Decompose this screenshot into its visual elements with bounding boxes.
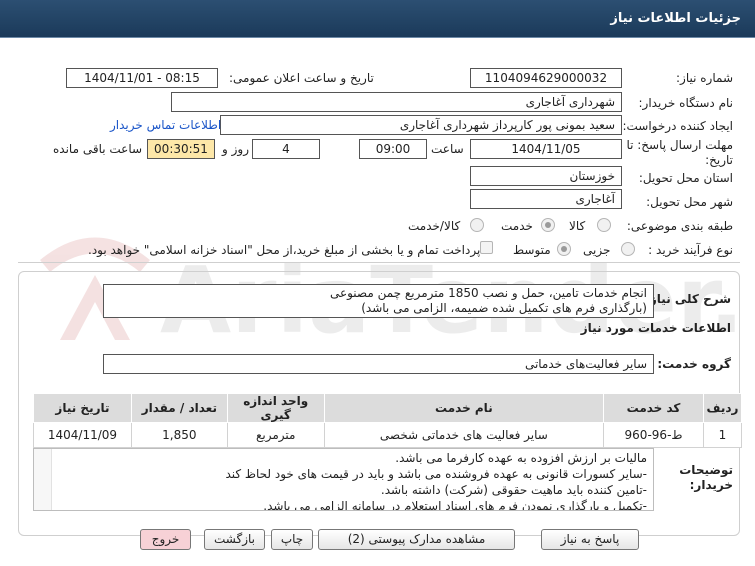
city-label: شهر محل تحویل:	[646, 195, 733, 209]
service-group-field[interactable]: سایر فعالیت‌های خدماتی	[103, 354, 654, 374]
col-quantity: تعداد / مقدار	[130, 393, 228, 423]
category-option-service-label: خدمت	[501, 219, 533, 233]
window-header: جزئیات اطلاعات نیاز	[0, 0, 755, 38]
buyer-note-line: -تکمیل و بارگذاری نمودن فرم های اسناد اس…	[263, 499, 647, 511]
buyer-notes-textarea[interactable]: مالیات بر ارزش افزوده به عهده کارفرما می…	[33, 448, 654, 511]
window-title: جزئیات اطلاعات نیاز	[610, 11, 741, 26]
reply-button[interactable]: پاسخ به نیاز	[541, 529, 639, 550]
view-attachments-button[interactable]: مشاهده مدارک پیوستی (2)	[318, 529, 515, 550]
deadline-days-field[interactable]: 4	[252, 139, 320, 159]
province-label: استان محل تحویل:	[638, 171, 733, 185]
category-option-goods-label: کالا	[569, 219, 586, 233]
services-table: تاریخ نیاز تعداد / مقدار واحد اندازه گیر…	[33, 393, 743, 448]
buyer-org-field[interactable]: شهرداری آغاجاری	[171, 92, 622, 112]
col-service-name: نام خدمت	[323, 393, 605, 423]
notes-scrollbar[interactable]	[34, 449, 52, 510]
category-option-both-label: کالا/خدمت	[408, 219, 461, 233]
cell-service-code: ط-96-960	[603, 422, 704, 448]
announce-datetime-field[interactable]: 1404/11/01 - 08:15	[66, 68, 218, 88]
buyer-note-line: -تامین کننده باید ماهیت حقوقی (شرکت) داش…	[380, 483, 647, 497]
purchase-option-medium-label: متوسط	[513, 243, 551, 257]
cell-need-date: 1404/11/09	[33, 422, 132, 448]
service-group-label: گروه خدمت:	[657, 357, 731, 371]
description-label: شرح کلی نیاز:	[645, 292, 731, 306]
requester-field[interactable]: سعید بمونی پور کارپرداز شهرداری آغاجاری	[220, 115, 622, 135]
cell-unit: مترمربع	[226, 422, 325, 448]
category-option-goods-radio[interactable]	[597, 218, 611, 232]
cell-row-number: 1	[702, 422, 743, 448]
exit-button[interactable]: خروج	[140, 529, 191, 550]
category-option-service-radio[interactable]	[541, 218, 555, 232]
province-field[interactable]: خوزستان	[470, 166, 622, 186]
table-header-row: تاریخ نیاز تعداد / مقدار واحد اندازه گیر…	[33, 393, 743, 423]
services-section-title: اطلاعات خدمات مورد نیاز	[580, 321, 731, 335]
purchase-option-minor-label: جزیی	[583, 243, 611, 257]
cell-quantity: 1,850	[130, 422, 228, 448]
purchase-option-minor-radio[interactable]	[621, 242, 635, 256]
deadline-days-label: روز و	[222, 142, 249, 156]
deadline-label-line2: تاریخ:	[705, 153, 733, 167]
back-button[interactable]: بازگشت	[204, 529, 265, 550]
treasury-payment-note: پرداخت تمام و یا بخشی از مبلغ خرید،از مح…	[88, 243, 481, 257]
purchase-option-medium-radio[interactable]	[557, 242, 571, 256]
cell-service-name: سایر فعالیت های خدماتی شخصی	[323, 422, 605, 448]
col-service-code: کد خدمت	[603, 393, 704, 423]
col-row-number: ردیف	[702, 393, 743, 423]
deadline-time-label: ساعت	[431, 142, 464, 156]
buyer-notes-label-line2: خریدار:	[689, 478, 733, 492]
announce-datetime-label: تاریخ و ساعت اعلان عمومی:	[229, 71, 374, 85]
print-button[interactable]: چاپ	[271, 529, 313, 550]
buyer-org-label: نام دستگاه خریدار:	[638, 96, 734, 110]
buyer-notes-label-line1: توضیحات	[679, 463, 733, 477]
buyer-note-line: مالیات بر ارزش افزوده به عهده کارفرما می…	[395, 451, 647, 465]
need-number-label: شماره نیاز:	[676, 71, 733, 85]
city-field[interactable]: آغاجاری	[470, 189, 622, 209]
need-number-field[interactable]: 1104094629000032	[470, 68, 622, 88]
buyer-contact-link[interactable]: اطلاعات تماس خریدار	[110, 118, 221, 132]
deadline-time-field[interactable]: 09:00	[359, 139, 427, 159]
buyer-note-line: -سایر کسورات قانونی به عهده فروشنده می ب…	[225, 467, 647, 481]
category-label: طبقه بندی موضوعی:	[626, 219, 733, 233]
col-need-date: تاریخ نیاز	[33, 393, 132, 423]
description-line1: انجام خدمات تامین، حمل و نصب 1850 مترمرب…	[329, 286, 647, 300]
description-line2: (بارگذاری فرم های تکمیل شده ضمیمه، الزام…	[361, 301, 647, 315]
purchase-type-label: نوع فرآیند خرید :	[648, 243, 733, 257]
remaining-time-label: ساعت باقی مانده	[53, 142, 143, 156]
treasury-payment-checkbox[interactable]	[480, 241, 493, 254]
description-textarea[interactable]: انجام خدمات تامین، حمل و نصب 1850 مترمرب…	[103, 284, 654, 318]
requester-label: ایجاد کننده درخواست:	[622, 119, 733, 133]
deadline-label-line1: مهلت ارسال پاسخ: تا	[626, 138, 733, 152]
table-row[interactable]: 1404/11/09 1,850 مترمربع سایر فعالیت های…	[33, 422, 743, 448]
category-option-both-radio[interactable]	[470, 218, 484, 232]
deadline-date-field[interactable]: 1404/11/05	[470, 139, 622, 159]
section-divider	[18, 262, 740, 263]
col-unit: واحد اندازه گیری	[226, 393, 325, 423]
remaining-time-field: 00:30:51	[147, 139, 215, 159]
